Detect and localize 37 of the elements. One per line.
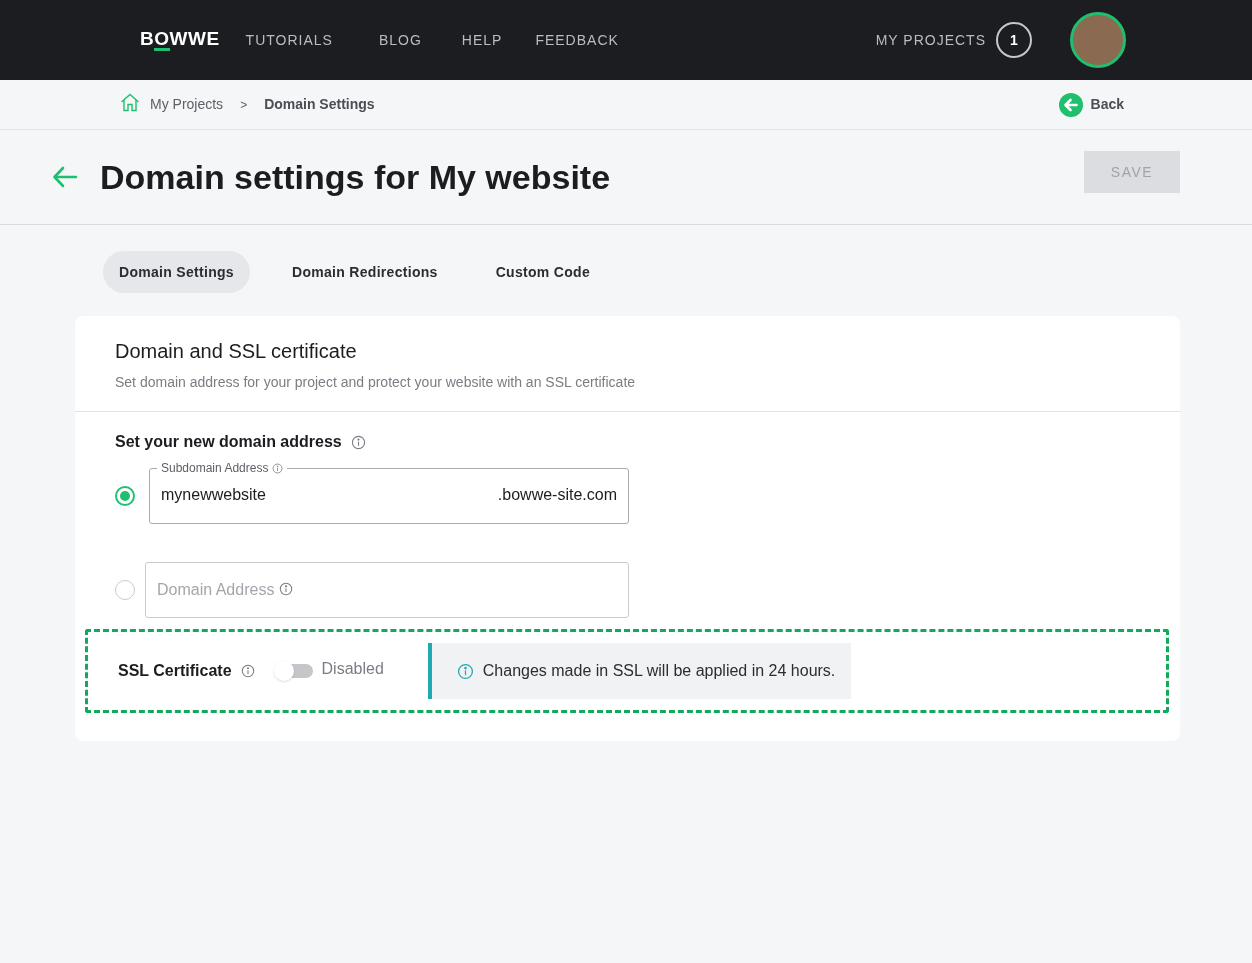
domain-suffix: .bowwe-site.com <box>497 485 617 505</box>
card-title: Domain and SSL certificate <box>115 339 358 364</box>
section-label: Set your new domain address <box>115 432 342 452</box>
tab[interactable]: Domain Redirections <box>275 251 454 293</box>
breadcrumb-separator: > <box>240 96 248 114</box>
page-title: Domain settings for My website <box>100 156 611 198</box>
toggle-switch[interactable] <box>274 664 313 678</box>
field-placeholder: Domain Address <box>157 580 275 600</box>
nav-link[interactable]: HELP <box>461 29 503 51</box>
avatar[interactable] <box>1070 12 1126 68</box>
toggle-status: Disabled <box>321 659 384 679</box>
back-button[interactable] <box>52 166 78 188</box>
project-count-badge: 1 <box>996 22 1032 58</box>
info-icon <box>350 434 366 450</box>
card-subtitle: Set domain address for your project and protect your website with an SSL certificate <box>115 373 637 392</box>
back-link[interactable]: Back <box>1058 92 1124 117</box>
info-icon <box>240 664 255 678</box>
notice-text: Changes made in SSL will be applied in 24 hours. <box>482 661 836 681</box>
info-icon <box>279 581 294 596</box>
nav-link[interactable]: TUTORIALS <box>245 29 333 51</box>
ssl-label: SSL Certificate <box>118 661 232 681</box>
nav-link[interactable]: FEEDBACK <box>535 29 619 51</box>
breadcrumb-link[interactable]: My Projects <box>150 94 224 115</box>
subdomain-field[interactable]: Subdomain Address mynewwebsite .bowwe-site.com <box>149 461 629 524</box>
info-icon <box>456 662 474 680</box>
nav-link[interactable]: BLOG <box>378 29 422 51</box>
field-label: Subdomain Address <box>161 461 269 475</box>
arrow-left-icon <box>52 166 78 188</box>
nav-link[interactable]: MY PROJECTS <box>875 29 986 51</box>
field-value: mynewwebsite <box>161 485 267 505</box>
tab[interactable]: Domain Settings <box>103 251 250 293</box>
logo[interactable]: BOWWE <box>140 29 220 51</box>
breadcrumb-current: Domain Settings <box>264 95 375 114</box>
tab[interactable]: Custom Code <box>479 251 606 293</box>
radio-button[interactable] <box>115 486 135 506</box>
info-icon <box>272 462 284 474</box>
home-icon <box>120 93 140 112</box>
